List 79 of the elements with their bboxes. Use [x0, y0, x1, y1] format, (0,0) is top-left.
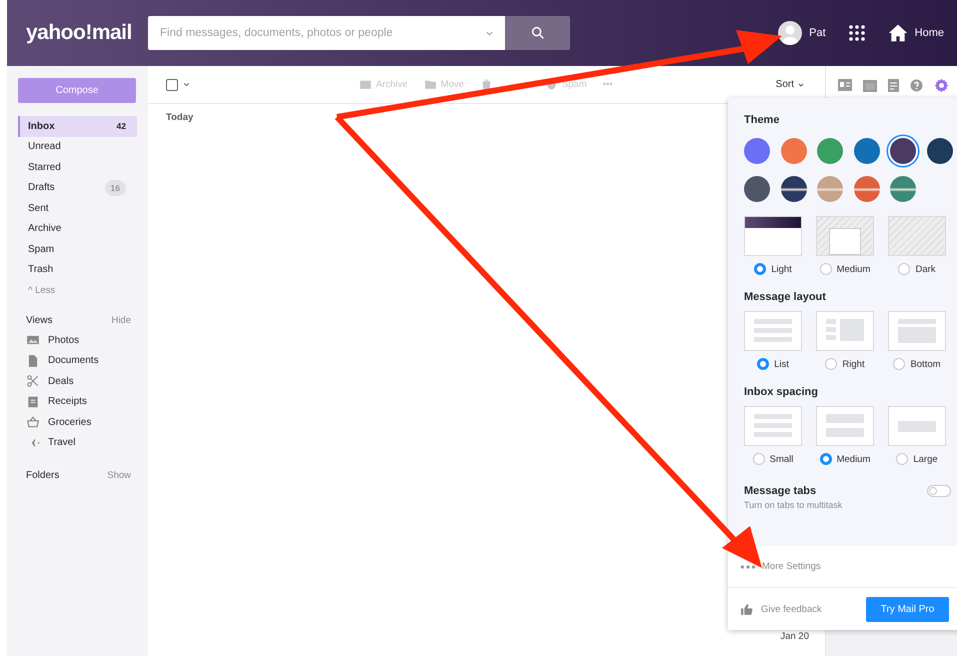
unread-count: 16	[104, 180, 126, 196]
radio-option[interactable]: Dark	[888, 263, 946, 275]
logo[interactable]: yahoo!mail	[7, 21, 148, 45]
section-title: Folders	[26, 470, 60, 480]
view-item[interactable]: Deals	[18, 371, 137, 392]
document-icon	[26, 354, 40, 368]
view-item[interactable]: Documents	[18, 350, 137, 371]
view-item[interactable]: Receipts	[18, 392, 137, 412]
notepad-icon[interactable]	[888, 78, 899, 92]
radio-option[interactable]: Small	[744, 453, 802, 465]
toggle-description: Turn on tabs to multitask	[744, 500, 844, 510]
radio-icon	[757, 358, 770, 370]
folder-item[interactable]: Unread	[18, 136, 137, 157]
radio-option[interactable]: Bottom	[888, 358, 946, 370]
select-all-checkbox[interactable]	[166, 78, 191, 90]
theme-swatch[interactable]	[817, 176, 844, 202]
radio-icon	[896, 453, 908, 465]
theme-swatch[interactable]	[744, 138, 770, 164]
theme-swatch[interactable]	[926, 138, 953, 164]
date-group-heading: Today	[166, 112, 194, 123]
contacts-icon[interactable]	[838, 79, 852, 91]
search-icon	[530, 25, 546, 41]
section-title: Views	[26, 314, 52, 326]
folder-item[interactable]: Trash	[18, 260, 137, 280]
radio-icon	[898, 263, 910, 275]
home-link[interactable]: Home	[888, 23, 944, 43]
apps-grid-icon[interactable]	[848, 24, 866, 42]
theme-swatch[interactable]	[780, 176, 807, 202]
sort-button[interactable]: Sort	[770, 78, 811, 91]
settings-icon[interactable]	[934, 78, 950, 92]
folder-item[interactable]: Sent	[18, 198, 137, 218]
folder-icon	[424, 78, 437, 91]
theme-swatch[interactable]	[890, 138, 916, 164]
view-item[interactable]: Photos	[18, 330, 137, 350]
basket-icon	[26, 415, 40, 430]
folder-item[interactable]: Starred	[18, 157, 137, 178]
receipt-icon	[26, 394, 40, 409]
profile-button[interactable]: Pat	[778, 21, 826, 45]
radio-option[interactable]: Medium	[816, 263, 874, 275]
radio-icon	[754, 263, 766, 275]
caret-icon	[797, 80, 805, 88]
theme-swatch[interactable]	[780, 138, 807, 164]
message-date: Jan 20	[780, 631, 810, 644]
folder-item[interactable]: Archive	[18, 218, 137, 239]
radio-option[interactable]: Light	[744, 263, 802, 275]
theme-swatch[interactable]	[817, 138, 844, 164]
radio-option[interactable]: Large	[888, 453, 946, 465]
avatar-icon	[778, 21, 802, 45]
radio-icon	[825, 358, 838, 370]
thumbs-up-icon	[740, 602, 753, 616]
theme-swatch[interactable]	[854, 176, 880, 202]
view-item[interactable]: Travel	[18, 432, 137, 453]
folder-item[interactable]: Drafts 16	[18, 178, 137, 198]
folder-item[interactable]: Inbox 42	[18, 116, 137, 136]
help-icon[interactable]	[910, 78, 924, 92]
search-button[interactable]	[505, 16, 570, 50]
search-bar[interactable]: Find messages, documents, photos or people	[148, 16, 505, 50]
radio-icon	[820, 453, 832, 465]
folder-item[interactable]: Spam	[18, 239, 137, 260]
settings-panel: Theme Light Medium Dark Message layout List Right Bottom Inbox spacing Small Medium Large Message tabs Turn on tabs to multitask More Settings Give feedback Try Mail Pro	[728, 98, 957, 630]
theme-preview[interactable]	[744, 216, 802, 256]
theme-swatch[interactable]	[744, 176, 770, 202]
scissors-icon	[26, 374, 40, 388]
archive-icon	[359, 78, 372, 91]
unread-count: 42	[116, 121, 126, 132]
radio-option[interactable]: List	[744, 358, 802, 370]
radio-option[interactable]: Medium	[816, 453, 874, 465]
message-tabs-toggle[interactable]	[927, 485, 951, 497]
home-icon	[888, 23, 908, 43]
radio-icon	[820, 263, 832, 275]
radio-icon	[752, 453, 765, 465]
theme-swatch[interactable]	[890, 176, 916, 202]
view-item[interactable]: Groceries	[18, 412, 137, 432]
theme-swatch[interactable]	[854, 138, 880, 164]
radio-icon	[893, 358, 906, 370]
caret-icon	[182, 80, 191, 89]
trash-icon	[480, 78, 493, 91]
calendar-icon[interactable]	[862, 78, 877, 92]
radio-option[interactable]: Right	[816, 358, 874, 370]
